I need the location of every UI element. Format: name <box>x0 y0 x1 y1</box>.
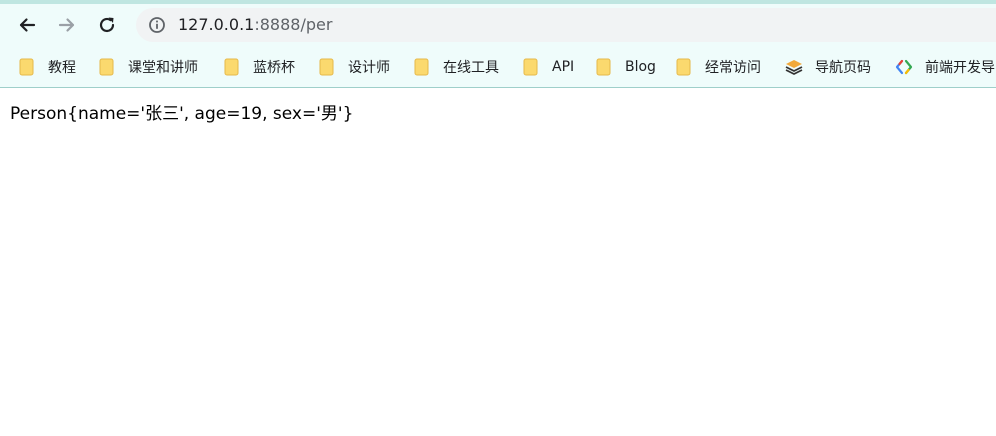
layers-icon <box>785 60 803 75</box>
folder-icon <box>676 58 691 76</box>
bookmark-label: 教程 <box>48 60 76 76</box>
response-text: Person{name='张三', age=19, sex='男'} <box>10 104 354 124</box>
bookmark-lanqiao-cup[interactable]: 蓝桥杯 <box>223 56 295 78</box>
arrow-right-icon <box>58 18 75 32</box>
bookmark-online-tools[interactable]: 在线工具 <box>413 56 499 78</box>
info-circle-icon[interactable] <box>148 16 166 34</box>
bookmark-label: 导航页码 <box>815 60 871 76</box>
url-path: :8888/per <box>254 15 333 34</box>
bookmark-label: 蓝桥杯 <box>253 60 295 76</box>
page-content: Person{name='张三', age=19, sex='男'} <box>0 88 996 436</box>
bookmark-label: 经常访问 <box>705 60 761 76</box>
url-host: 127.0.0.1 <box>178 15 255 34</box>
arrow-left-icon <box>19 18 36 32</box>
back-button[interactable] <box>13 11 41 39</box>
folder-icon <box>319 58 334 76</box>
bookmark-label: Blog <box>625 59 656 75</box>
url-text[interactable]: 127.0.0.1:8888/per <box>178 15 332 35</box>
folder-icon <box>596 58 611 76</box>
folder-icon <box>224 58 239 76</box>
bookmark-label: 课堂和讲师 <box>128 60 198 76</box>
folder-icon <box>523 58 538 76</box>
browser-window: 127.0.0.1:8888/per 教程 课堂和讲师 蓝桥杯 设计师 在线工具… <box>0 0 996 436</box>
bookmarks-bar: 教程 课堂和讲师 蓝桥杯 设计师 在线工具 API Blog 经常访问 导航页码… <box>0 46 996 88</box>
bookmark-tutorials[interactable]: 教程 <box>18 56 76 78</box>
bookmark-label: 前端开发导 <box>925 60 995 76</box>
bookmark-nav-page[interactable]: 导航页码 <box>785 56 871 78</box>
bookmark-api[interactable]: API <box>522 56 574 78</box>
reload-button[interactable] <box>93 11 121 39</box>
bookmark-class-and-lecturer[interactable]: 课堂和讲师 <box>98 56 198 78</box>
folder-icon <box>414 58 429 76</box>
forward-button[interactable] <box>53 11 81 39</box>
bookmark-frontend-dev-nav[interactable]: 前端开发导 <box>895 56 995 78</box>
code-icon <box>895 59 913 75</box>
bookmark-frequently-visited[interactable]: 经常访问 <box>675 56 761 78</box>
folder-icon <box>99 58 114 76</box>
bookmark-label: 在线工具 <box>443 60 499 76</box>
bookmark-label: 设计师 <box>348 60 390 76</box>
address-bar[interactable]: 127.0.0.1:8888/per <box>136 8 996 42</box>
bookmark-label: API <box>552 59 575 75</box>
reload-icon <box>99 17 115 33</box>
folder-icon <box>19 58 34 76</box>
bookmark-blog[interactable]: Blog <box>595 56 656 78</box>
bookmark-designer[interactable]: 设计师 <box>318 56 390 78</box>
browser-toolbar: 127.0.0.1:8888/per <box>0 4 996 46</box>
